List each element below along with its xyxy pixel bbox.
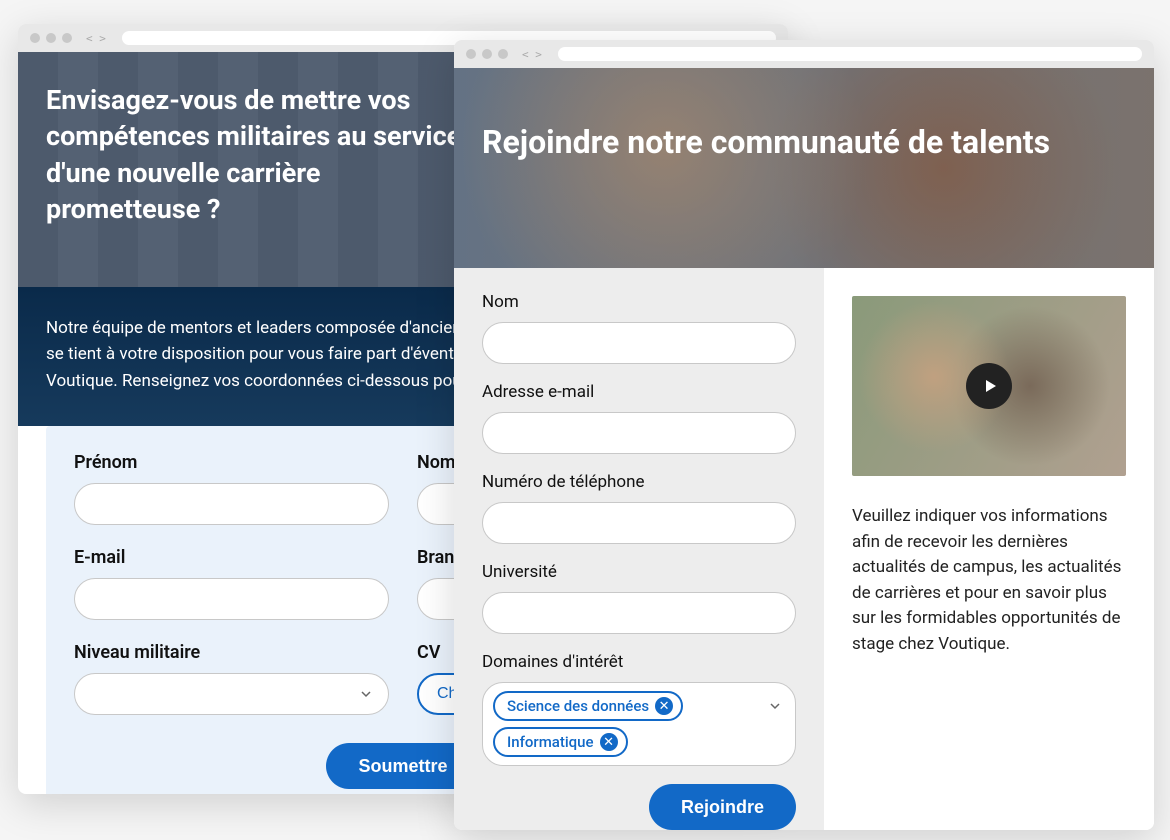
label-name: Nom <box>482 292 796 312</box>
code-icon: < > <box>86 32 106 45</box>
tag-label: Science des données <box>507 697 649 715</box>
tag-label: Informatique <box>507 733 594 751</box>
window-control-minimize[interactable] <box>482 49 492 59</box>
chevron-down-icon <box>360 688 372 700</box>
window-control-close[interactable] <box>30 33 40 43</box>
browser-chrome: < > <box>454 40 1154 68</box>
hero-title: Rejoindre notre communauté de talents <box>482 122 1126 164</box>
sidebar: Veuillez indiquer vos informations afin … <box>824 268 1154 830</box>
sidebar-description: Veuillez indiquer vos informations afin … <box>852 504 1126 657</box>
multiselect-interests[interactable]: Science des données ✕ Informatique ✕ <box>482 682 796 766</box>
input-name[interactable] <box>482 322 796 364</box>
play-icon <box>983 378 999 394</box>
label-university: Université <box>482 562 796 582</box>
hero-banner: Rejoindre notre communauté de talents <box>454 68 1154 268</box>
select-military-rank[interactable] <box>74 673 389 715</box>
input-first-name[interactable] <box>74 483 389 525</box>
input-email[interactable] <box>74 578 389 620</box>
label-email: E-mail <box>74 547 389 568</box>
hero-title: Envisagez-vous de mettre vos compétences… <box>46 82 476 228</box>
form-talent: Nom Adresse e-mail Numéro de téléphone U… <box>454 268 824 830</box>
window-control-minimize[interactable] <box>46 33 56 43</box>
join-button[interactable]: Rejoindre <box>649 784 796 830</box>
label-military-rank: Niveau militaire <box>74 642 389 663</box>
label-interests: Domaines d'intérêt <box>482 652 796 672</box>
tag-remove-icon[interactable]: ✕ <box>655 697 673 715</box>
input-phone[interactable] <box>482 502 796 544</box>
window-control-maximize[interactable] <box>498 49 508 59</box>
input-email[interactable] <box>482 412 796 454</box>
window-control-close[interactable] <box>466 49 476 59</box>
code-icon: < > <box>522 48 542 61</box>
tag-informatique: Informatique ✕ <box>493 727 628 757</box>
window-control-maximize[interactable] <box>62 33 72 43</box>
label-email: Adresse e-mail <box>482 382 796 402</box>
label-phone: Numéro de téléphone <box>482 472 796 492</box>
url-bar[interactable] <box>558 47 1142 61</box>
play-button[interactable] <box>966 363 1012 409</box>
label-first-name: Prénom <box>74 452 389 473</box>
browser-window-talent: < > Rejoindre notre communauté de talent… <box>454 40 1154 830</box>
chevron-down-icon <box>769 700 781 712</box>
tag-data-science: Science des données ✕ <box>493 691 683 721</box>
input-university[interactable] <box>482 592 796 634</box>
video-thumbnail[interactable] <box>852 296 1126 476</box>
tag-remove-icon[interactable]: ✕ <box>600 733 618 751</box>
